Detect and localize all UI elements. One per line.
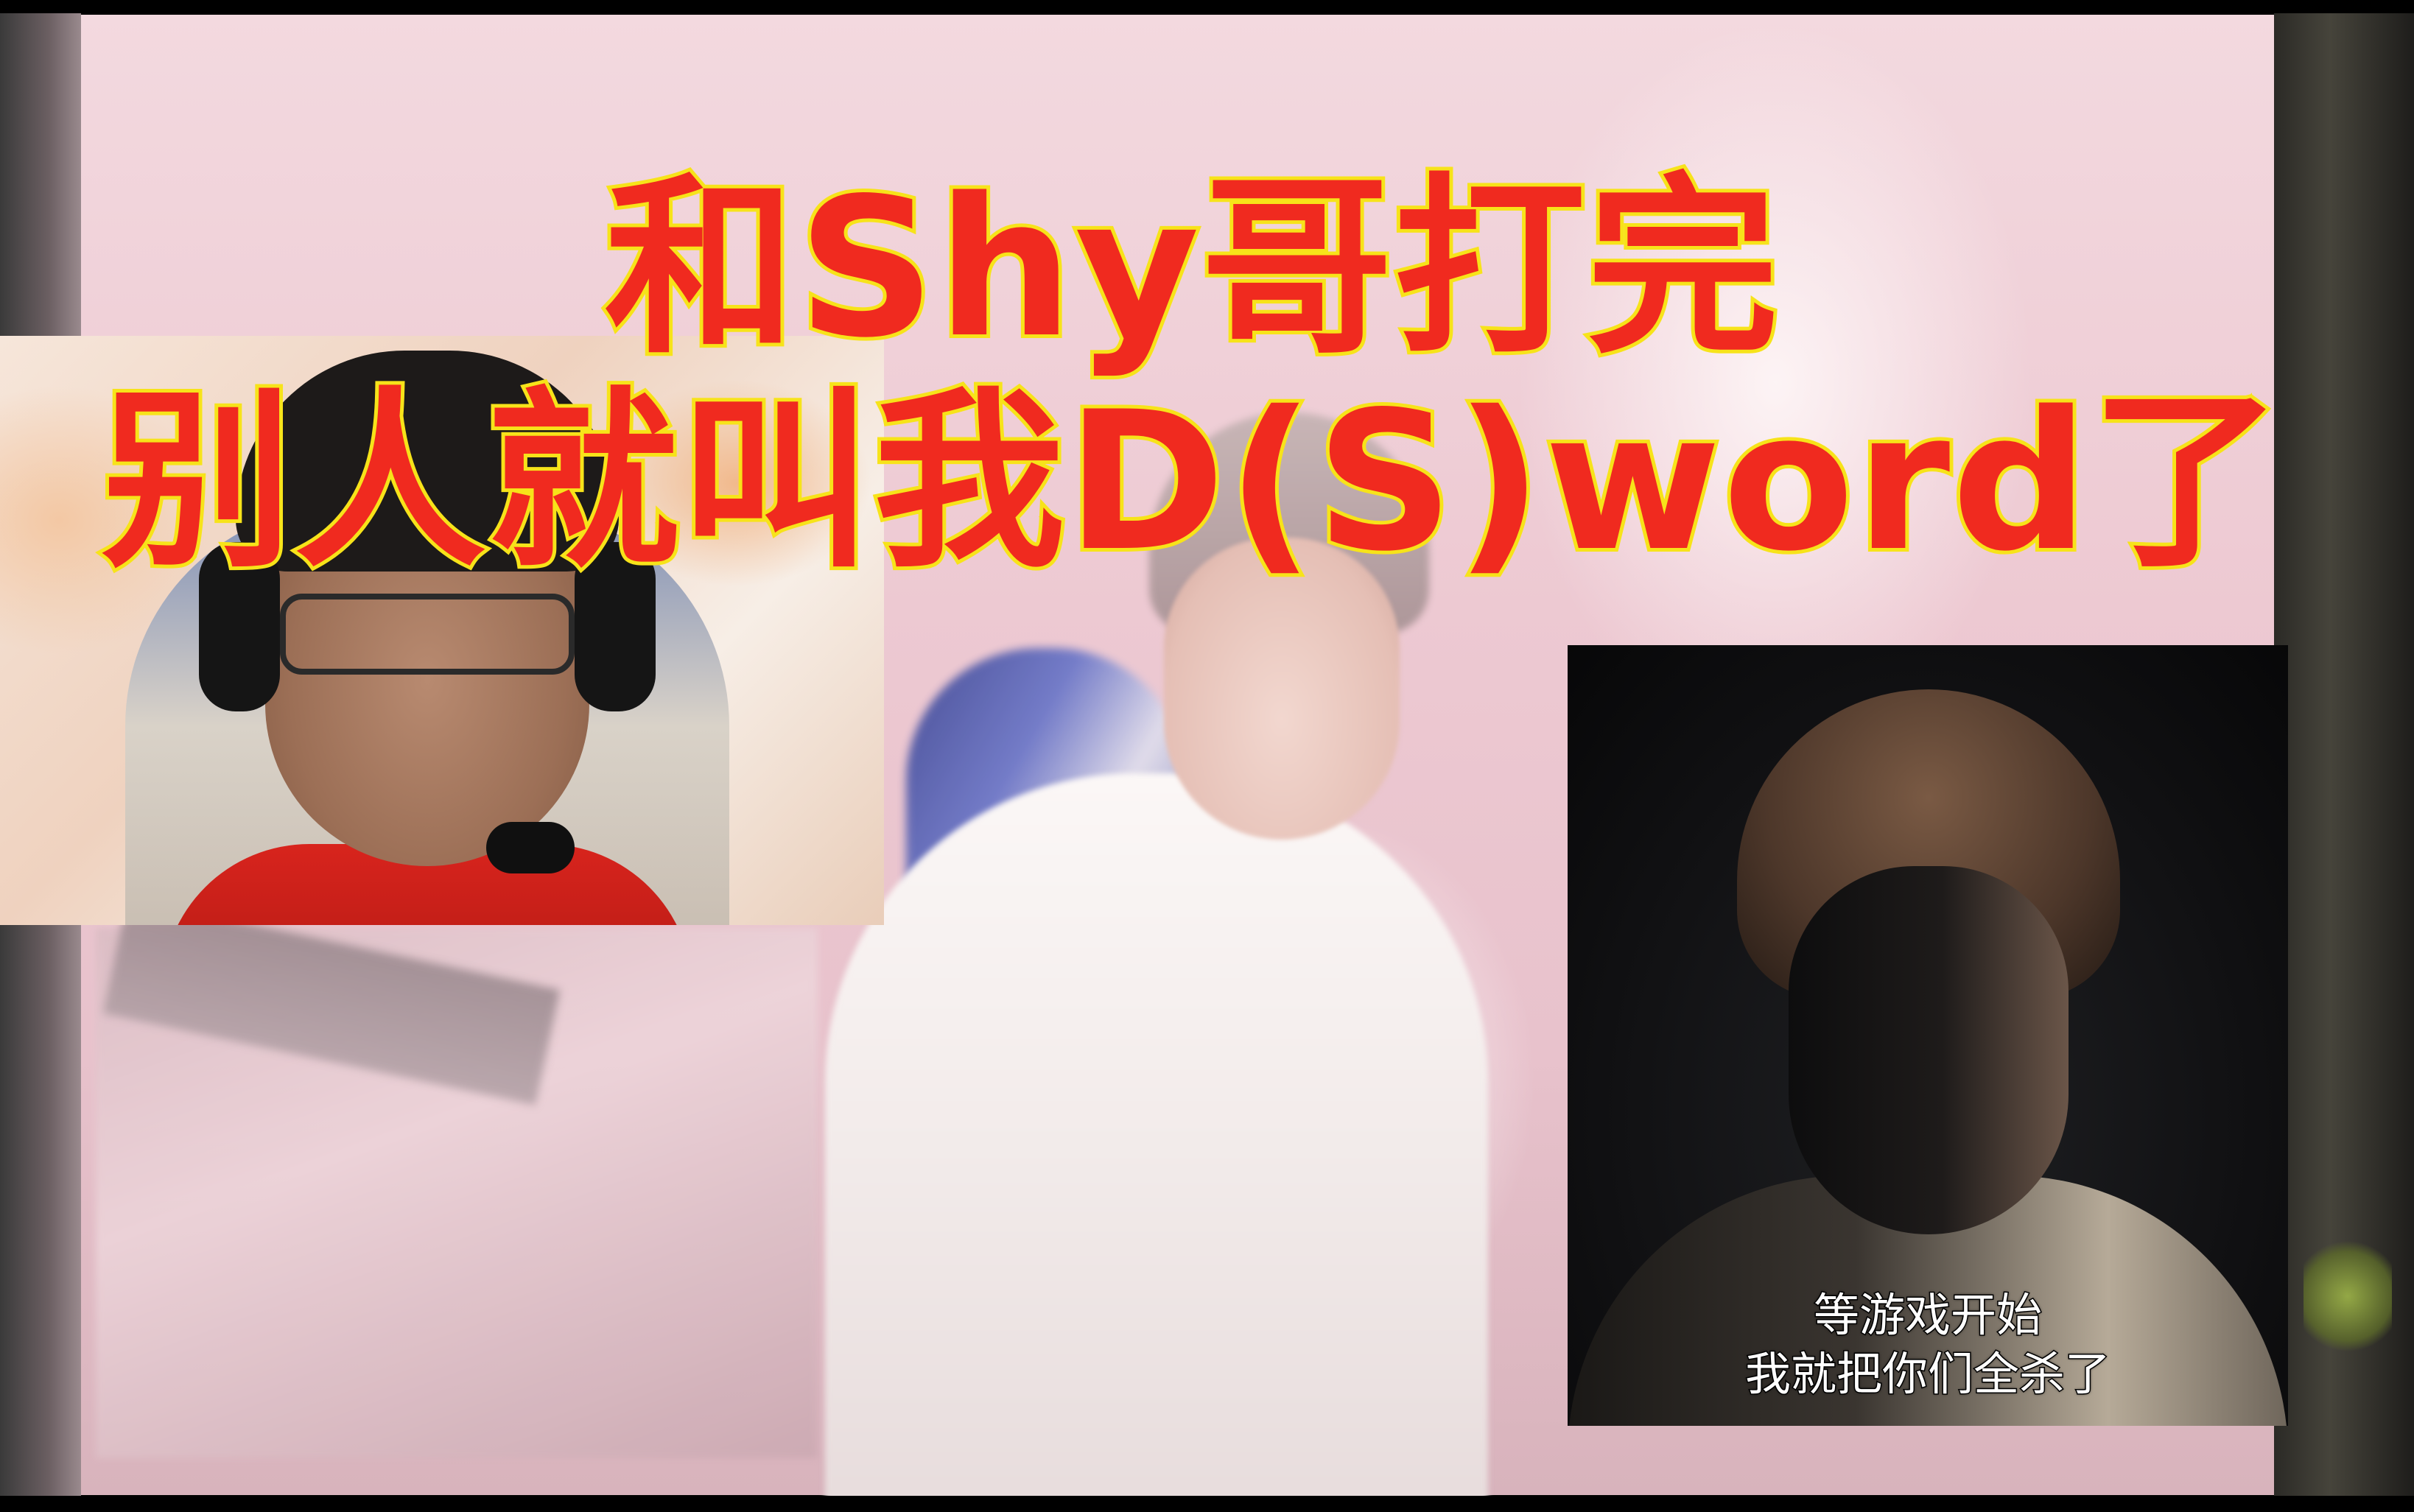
shadowed-face (1789, 866, 2069, 1234)
title-line-1: 和Shy哥打完 (601, 155, 1783, 383)
glasses (280, 594, 575, 675)
top-letterbox (0, 0, 2414, 13)
subtitle-line-2: 我就把你们全杀了 (1744, 1346, 2111, 1402)
title-line-2: 别人就叫我D(S)word了 (98, 368, 2286, 597)
streamer-body (825, 773, 1488, 1510)
right-inset-photo: 等游戏开始 我就把你们全杀了 (1568, 645, 2288, 1426)
right-edge-detail (2304, 1237, 2392, 1355)
bottom-letterbox (0, 1496, 2414, 1512)
headset-mic (486, 822, 575, 873)
subtitle-line-1: 等游戏开始 (1812, 1287, 2043, 1343)
video-frame: 等游戏开始 我就把你们全杀了 和Shy哥打完 别人就叫我D(S)word了 (0, 0, 2414, 1512)
